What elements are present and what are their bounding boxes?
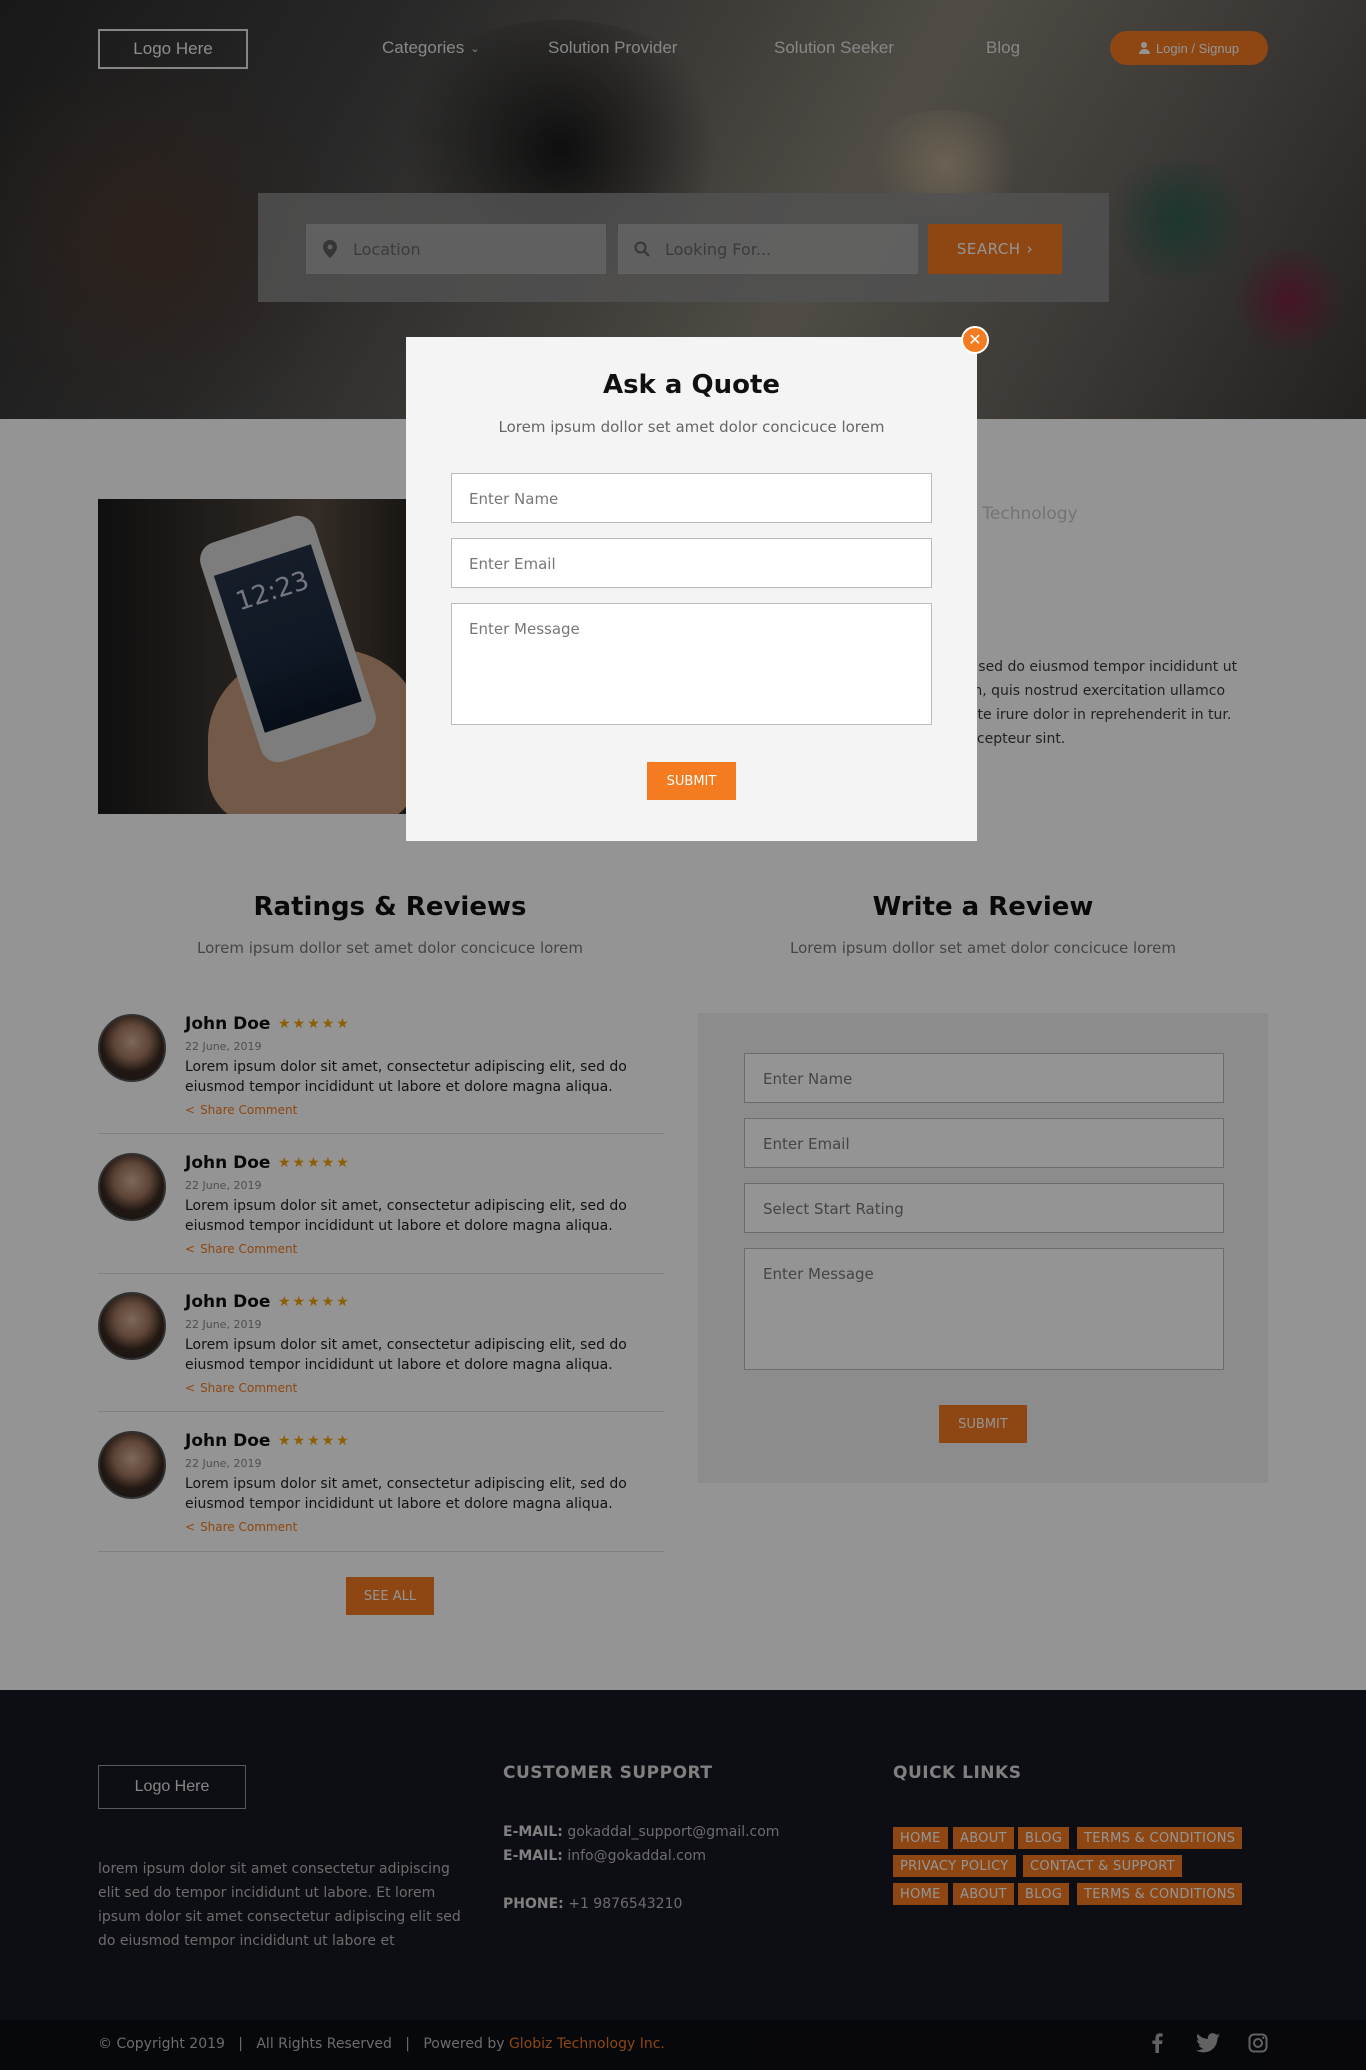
- close-icon[interactable]: ✕: [961, 326, 989, 354]
- quote-email-field[interactable]: Enter Email: [451, 538, 932, 588]
- ask-quote-modal: Ask a Quote Lorem ipsum dollor set amet …: [406, 337, 977, 841]
- quote-submit-button[interactable]: SUBMIT: [647, 762, 736, 800]
- modal-subtitle: Lorem ipsum dollor set amet dolor concic…: [498, 418, 885, 436]
- quote-message-field[interactable]: Enter Message: [451, 603, 932, 725]
- modal-backdrop[interactable]: [0, 0, 1366, 2070]
- modal-title: Ask a Quote: [602, 370, 781, 400]
- quote-name-field[interactable]: Enter Name: [451, 473, 932, 523]
